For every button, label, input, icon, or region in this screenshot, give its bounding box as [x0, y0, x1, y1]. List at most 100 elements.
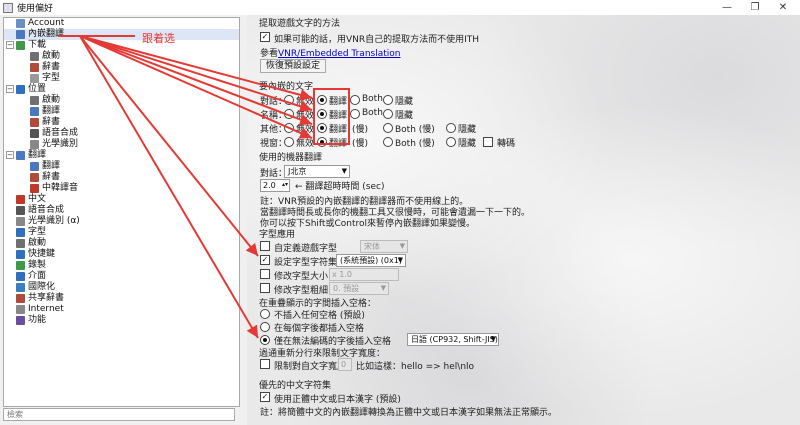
other-hide-radio[interactable]	[446, 123, 456, 133]
wrap-spinbox[interactable]: 0	[338, 358, 352, 371]
gear-icon	[30, 96, 39, 105]
other-disabled-radio[interactable]	[284, 123, 294, 133]
sidebar-item[interactable]: 快捷鍵	[4, 249, 239, 260]
sidebar-item[interactable]: Internet	[4, 304, 239, 315]
wrap-label: 限制對自文字寬度	[274, 362, 347, 372]
name-disabled-radio[interactable]	[284, 109, 294, 119]
transcode-checkbox[interactable]	[483, 137, 493, 147]
dialog-both-radio[interactable]	[350, 95, 360, 105]
sidebar-item[interactable]: 啟動	[4, 95, 239, 106]
font-weight-select[interactable]: 0. 預設 ▼	[329, 282, 389, 295]
name-both-radio[interactable]	[350, 109, 360, 119]
sidebar-item[interactable]: − 下載	[4, 40, 239, 51]
sidebar-tree[interactable]: Account 內嵌翻譯 − 下載 啟動 辭書 字型 − 位置 啟動 翻譯 辭書 語音合成 光學識別 − 翻譯…	[3, 17, 240, 407]
sidebar-item[interactable]: − 位置	[4, 84, 239, 95]
sidebar-item-label: 辭書	[42, 172, 61, 182]
sidebar-item[interactable]: 中韓譯音	[4, 183, 239, 194]
other-both-radio[interactable]	[383, 123, 393, 133]
name-hide-radio[interactable]	[383, 109, 393, 119]
sidebar-item[interactable]: 啟動	[4, 238, 239, 249]
sidebar-item[interactable]: 翻譯	[4, 161, 239, 172]
sidebar-item-label: 光學識別 (α)	[28, 216, 80, 226]
language-icon	[30, 184, 39, 193]
wrap-value: 0	[341, 360, 347, 369]
charset-checkbox[interactable]: ✓	[260, 255, 270, 265]
sidebar-item[interactable]: 介面	[4, 271, 239, 282]
dictionary-icon	[30, 63, 39, 72]
spacing-every-radio[interactable]	[260, 322, 270, 332]
other-slow-label: (慢)	[352, 125, 369, 135]
sidebar-item-label: 語音合成	[28, 205, 65, 215]
sidebar-item[interactable]: 功能	[4, 315, 239, 326]
sidebar-item[interactable]: 光學識別	[4, 139, 239, 150]
chevron-down-icon: ▼	[399, 242, 405, 250]
name-disabled-label: 無效	[296, 111, 315, 121]
window-disabled-label: 無效	[296, 139, 315, 149]
timeout-value: 2.0	[263, 181, 276, 190]
sidebar-item[interactable]: 語音合成	[4, 205, 239, 216]
sidebar-item[interactable]: − 翻譯	[4, 150, 239, 161]
ocr-icon	[16, 217, 25, 226]
sidebar-item[interactable]: 辭書	[4, 172, 239, 183]
download-icon	[16, 41, 25, 50]
dialog-hide-radio[interactable]	[383, 95, 393, 105]
translator-select[interactable]: J北京 ▼	[284, 165, 350, 178]
sidebar-item[interactable]: 辭書	[4, 117, 239, 128]
wrap-checkbox[interactable]	[260, 359, 270, 369]
sidebar-item-label: 位置	[28, 84, 47, 94]
translate-icon	[30, 107, 39, 116]
name-both-label: Both	[362, 108, 383, 118]
window-disabled-radio[interactable]	[284, 137, 294, 147]
sidebar-item[interactable]: 翻譯	[4, 106, 239, 117]
sidebar-item[interactable]: 辭書	[4, 62, 239, 73]
encoding-select[interactable]: 日語 (CP932, Shift-JIS) ▼	[407, 333, 499, 346]
custom-font-checkbox[interactable]	[260, 241, 270, 251]
gear-icon	[16, 239, 25, 248]
font-size-checkbox[interactable]	[260, 269, 270, 279]
chevron-down-icon: ▼	[490, 335, 496, 343]
sidebar-item[interactable]: 字型	[4, 73, 239, 84]
timeout-spinbox[interactable]: 2.0 ▴▾	[260, 179, 290, 192]
close-button[interactable]: ✕	[766, 0, 800, 15]
spacing-unencodable-radio[interactable]	[260, 335, 270, 345]
wrap-example: 比如這樣：hello => hel\nlo	[356, 362, 475, 372]
spacing-none-label: 不插入任何空格 (預設)	[274, 311, 365, 321]
font-size-spinbox[interactable]: x 1.0	[329, 268, 399, 281]
window-both-radio[interactable]	[383, 137, 393, 147]
custom-font-select[interactable]: 宋体 ▼	[360, 240, 408, 253]
sidebar-item[interactable]: 字型	[4, 227, 239, 238]
sidebar-item-label: Account	[28, 18, 65, 28]
annotation-text: 跟着选	[142, 32, 175, 45]
sidebar-item-label: 中文	[28, 194, 47, 204]
collapse-icon[interactable]: −	[6, 151, 14, 159]
feature-icon	[16, 316, 25, 325]
font-section-title: 字型應用	[259, 230, 296, 240]
sidebar-item[interactable]: Account	[4, 18, 239, 29]
collapse-icon[interactable]: −	[6, 41, 14, 49]
charset-select[interactable]: (系統預設) (0x1) ▼	[336, 254, 406, 267]
embedded-translation-link[interactable]: VNR/Embedded Translation	[278, 49, 400, 59]
sidebar-item[interactable]: 語音合成	[4, 128, 239, 139]
spin-arrows-icon: ▴▾	[281, 181, 288, 188]
sidebar-item[interactable]: 國際化	[4, 282, 239, 293]
user-icon	[16, 19, 25, 28]
sidebar-item[interactable]: 光學識別 (α)	[4, 216, 239, 227]
sidebar-item-label: 國際化	[28, 282, 56, 292]
sidebar-item[interactable]: 共享辭書	[4, 293, 239, 304]
timeout-label: ← 翻譯超時時間 (sec)	[295, 182, 385, 192]
font-weight-checkbox[interactable]	[260, 283, 270, 293]
collapse-icon[interactable]: −	[6, 85, 14, 93]
window-hide-radio[interactable]	[446, 137, 456, 147]
traditional-chinese-checkbox[interactable]: ✓	[260, 392, 270, 402]
use-vnr-checkbox[interactable]: ✓	[260, 32, 270, 42]
reset-button[interactable]: 恢復預設設定	[260, 59, 327, 73]
embedded-text-title: 要內嵌的文字	[259, 82, 314, 92]
sidebar-item-label: 快捷鍵	[28, 249, 56, 259]
sidebar-item[interactable]: 中文	[4, 194, 239, 205]
sidebar-item[interactable]: 錄製	[4, 260, 239, 271]
sidebar-item[interactable]: 啟動	[4, 51, 239, 62]
search-input[interactable]	[3, 408, 235, 421]
sidebar-item[interactable]: 內嵌翻譯	[4, 29, 239, 40]
spacing-none-radio[interactable]	[260, 309, 270, 319]
dialog-disabled-radio[interactable]	[284, 95, 294, 105]
